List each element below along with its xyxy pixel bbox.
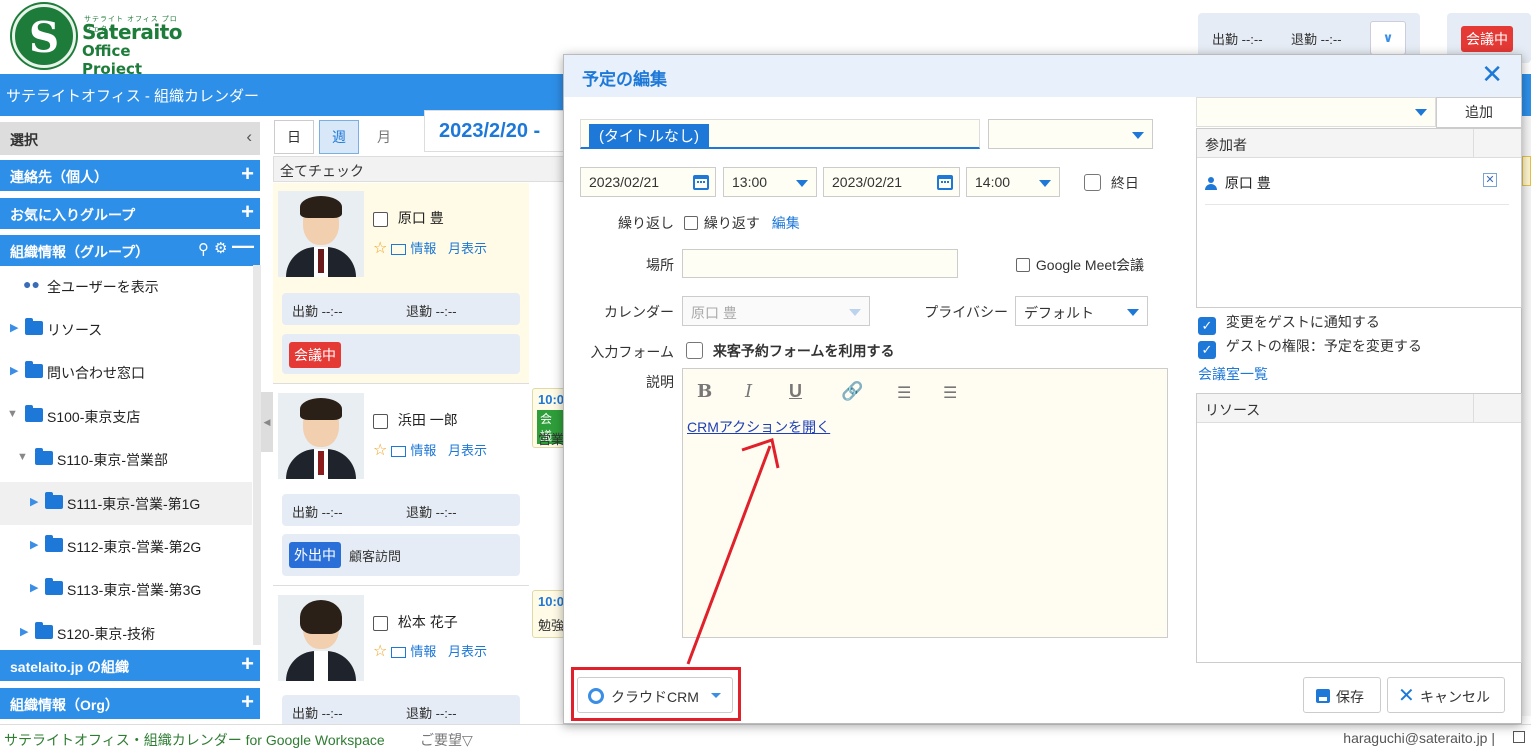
- annotation-arrow: [686, 438, 780, 665]
